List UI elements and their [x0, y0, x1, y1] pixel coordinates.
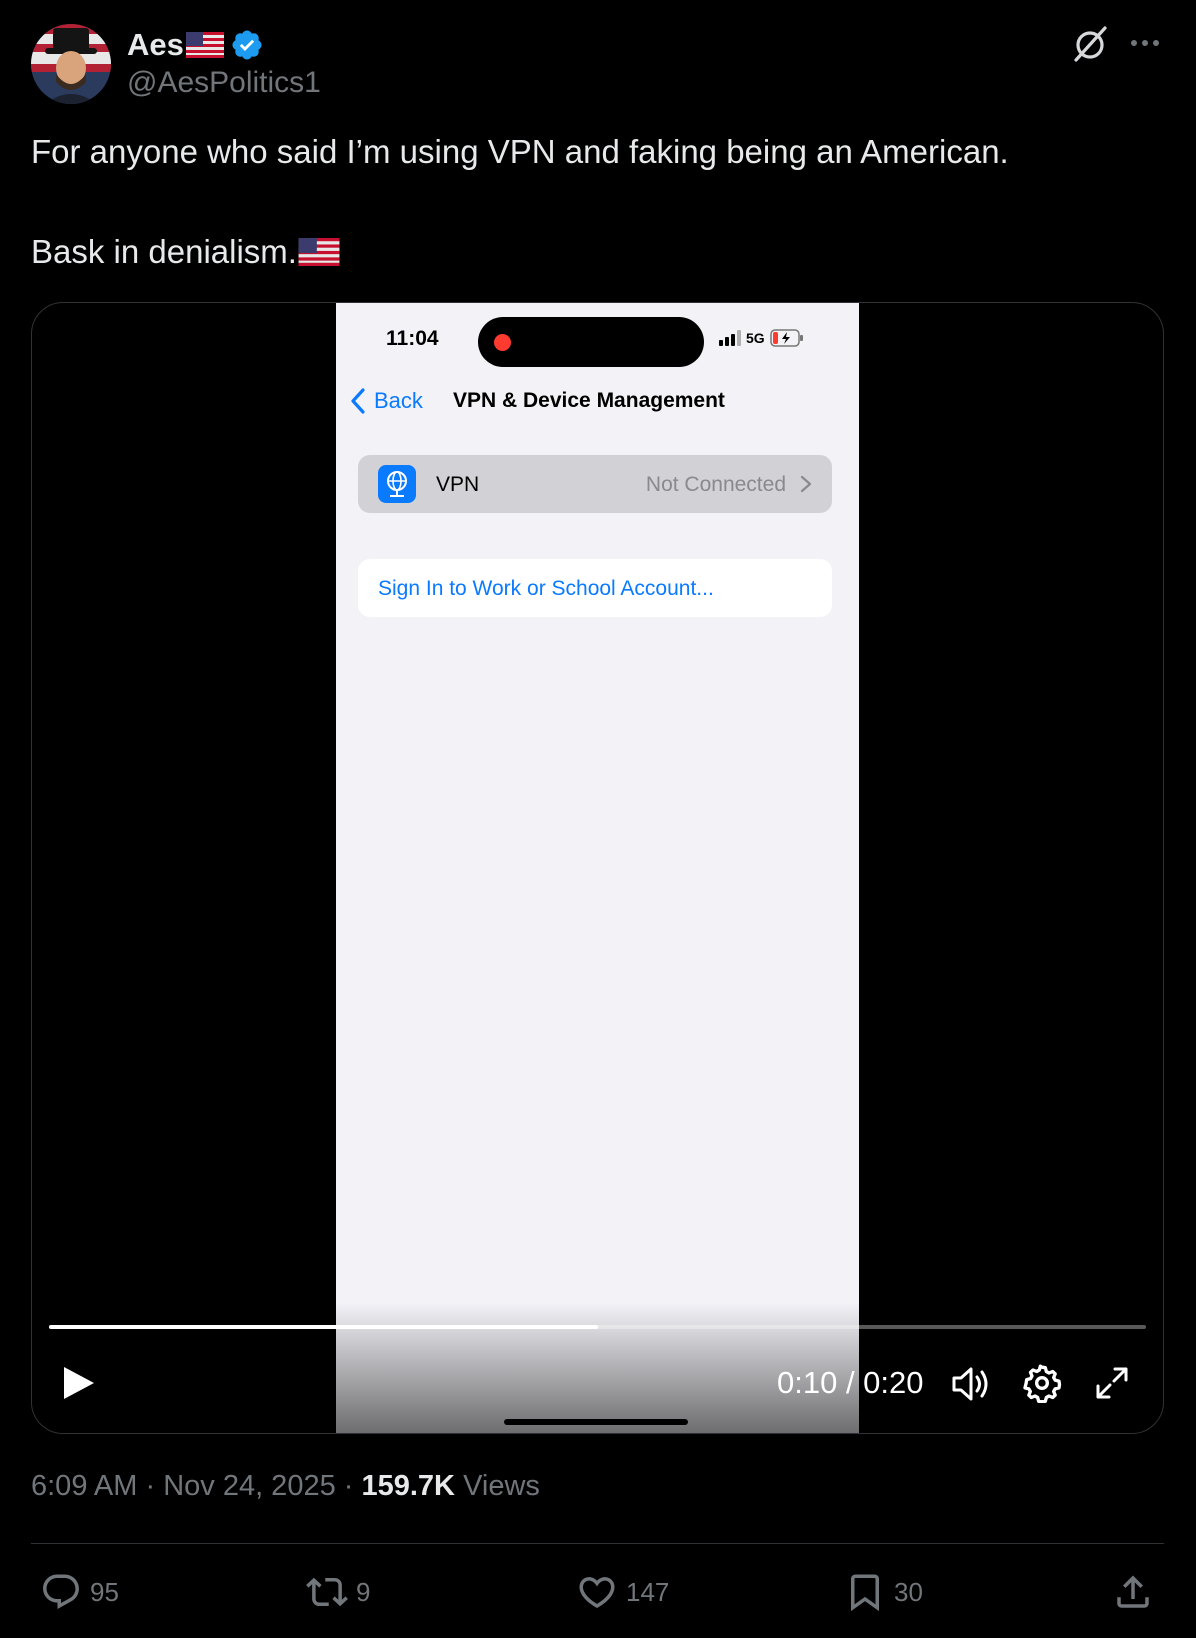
heart-icon	[579, 1577, 615, 1609]
vpn-settings-row: VPN Not Connected	[358, 455, 832, 513]
play-icon[interactable]	[58, 1363, 98, 1403]
grok-icon[interactable]	[1070, 24, 1110, 64]
meta-separator: ·	[145, 1470, 164, 1502]
like-button[interactable]: 147	[576, 1566, 669, 1618]
repost-count: 9	[356, 1576, 371, 1607]
tweet-text-line-2-label: Bask in denialism.	[31, 233, 297, 270]
divider	[31, 1543, 1164, 1544]
network-label: 5G	[746, 330, 765, 346]
reply-button[interactable]: 95	[40, 1566, 119, 1618]
settings-page-title: VPN & Device Management	[453, 389, 725, 412]
avatar[interactable]	[31, 24, 111, 104]
author-handle[interactable]: @AesPolitics1	[127, 66, 321, 100]
us-flag-icon	[298, 238, 340, 266]
repost-button[interactable]: 9	[306, 1566, 370, 1618]
chevron-left-icon	[351, 388, 365, 414]
views-count: 159.7K	[361, 1470, 455, 1502]
sign-in-work-school-row: Sign In to Work or School Account...	[358, 559, 832, 617]
back-label: Back	[374, 388, 423, 413]
vpn-status: Not Connected	[645, 473, 786, 496]
bookmark-icon	[851, 1574, 879, 1612]
vpn-globe-icon	[378, 465, 416, 503]
tweet-text-line-1: For anyone who said I’m using VPN and fa…	[31, 133, 1009, 170]
video-player[interactable]: 11:04 5G Back VPN & Device Management VP…	[31, 302, 1164, 1434]
like-count: 147	[626, 1576, 670, 1607]
chevron-right-icon	[800, 475, 812, 493]
tweet-date[interactable]: Nov 24, 2025	[163, 1470, 336, 1502]
vpn-label: VPN	[436, 473, 480, 496]
recording-dot-icon	[494, 334, 511, 351]
signal-icon	[719, 330, 741, 346]
us-flag-icon	[185, 32, 224, 58]
author-name-row[interactable]: Aes	[127, 26, 264, 64]
bookmark-button[interactable]: 30	[844, 1566, 923, 1618]
video-time-readout: 0:10 / 0:20	[777, 1365, 924, 1400]
tweet-time[interactable]: 6:09 AM	[31, 1470, 137, 1502]
volume-icon[interactable]	[950, 1363, 992, 1405]
meta-separator: ·	[343, 1470, 362, 1502]
video-progress-bar[interactable]	[49, 1325, 1146, 1329]
more-options-icon[interactable]	[1128, 30, 1162, 56]
verified-badge-icon[interactable]	[230, 28, 264, 62]
display-name[interactable]: Aes	[127, 27, 184, 63]
controls-gradient	[32, 1303, 1163, 1433]
reply-count: 95	[90, 1576, 119, 1607]
reply-icon	[43, 1574, 79, 1609]
settings-gear-icon[interactable]	[1022, 1363, 1062, 1403]
video-frame-phone-screen: 11:04 5G Back VPN & Device Management VP…	[336, 303, 859, 1433]
dynamic-island	[478, 317, 704, 367]
share-button[interactable]	[1112, 1566, 1154, 1618]
phone-status-icons: 5G	[719, 329, 804, 347]
sign-in-label: Sign In to Work or School Account...	[378, 577, 714, 600]
share-icon	[1117, 1575, 1149, 1608]
phone-status-time: 11:04	[386, 327, 439, 350]
battery-charging-icon	[769, 329, 803, 347]
tweet-meta: 6:09 AM · Nov 24, 2025 · 159.7K Views	[31, 1470, 540, 1503]
fullscreen-icon[interactable]	[1094, 1365, 1130, 1401]
bookmark-count: 30	[894, 1576, 923, 1607]
repost-icon	[306, 1577, 348, 1607]
back-button: Back	[348, 387, 423, 415]
tweet-action-bar: 95 9 147 30	[0, 1566, 1196, 1620]
tweet-text-line-2: Bask in denialism.	[31, 232, 340, 272]
video-progress-fill	[49, 1325, 598, 1329]
views-label: Views	[463, 1470, 540, 1502]
